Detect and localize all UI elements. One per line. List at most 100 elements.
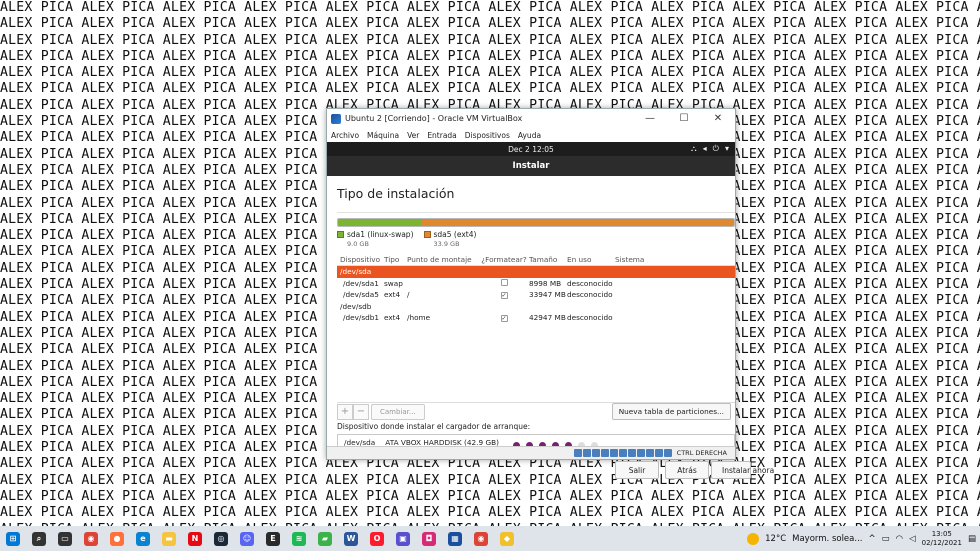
menu-ayuda[interactable]: Ayuda bbox=[518, 131, 541, 140]
vm-menubar: Archivo Máquina Ver Entrada Dispositivos… bbox=[327, 128, 735, 142]
used-cell: desconocido bbox=[567, 278, 613, 288]
shared-folders-icon[interactable] bbox=[618, 449, 627, 457]
hard-disk-icon[interactable] bbox=[573, 449, 582, 457]
display-icon[interactable] bbox=[627, 449, 636, 457]
usb-icon[interactable] bbox=[609, 449, 618, 457]
chevron-down-icon: ▾ bbox=[724, 144, 729, 153]
mount-point-cell: /home bbox=[407, 313, 431, 323]
taskbar-chrome[interactable]: ◉ bbox=[78, 526, 104, 551]
used-cell: desconocido bbox=[567, 313, 613, 323]
system-clock[interactable]: 13:05 02/12/2021 bbox=[922, 530, 962, 548]
wallpaper-line: ALEX PICA ALEX PICA ALEX PICA ALEX PICA … bbox=[0, 0, 980, 15]
legend-size: 9.0 GB bbox=[347, 240, 369, 248]
window-titlebar[interactable]: Ubuntu 2 [Corriendo] - Oracle VM Virtual… bbox=[327, 109, 735, 128]
mouse-integration-icon[interactable] bbox=[654, 449, 663, 457]
table-row[interactable]: /dev/sda1 swap 8998 MB desconocido bbox=[337, 278, 735, 290]
taskbar-opera[interactable]: O bbox=[364, 526, 390, 551]
notification-icon[interactable]: ▤ bbox=[968, 534, 976, 544]
minimize-button[interactable]: — bbox=[633, 113, 667, 124]
table-row[interactable]: /dev/sda bbox=[337, 266, 735, 278]
vm-statusbar: CTRL DERECHA bbox=[327, 446, 735, 459]
virtualbox-window[interactable]: Ubuntu 2 [Corriendo] - Oracle VM Virtual… bbox=[326, 108, 774, 479]
taskbar-steam[interactable]: ◎ bbox=[208, 526, 234, 551]
keyboard-icon[interactable] bbox=[663, 449, 672, 457]
legend-size: 33.9 GB bbox=[433, 240, 460, 248]
partition-segment-sda1 bbox=[338, 219, 422, 226]
taskbar-virtualbox[interactable]: ▦ bbox=[442, 526, 468, 551]
recording-icon[interactable] bbox=[636, 449, 645, 457]
taskbar-spotify[interactable]: ≋ bbox=[286, 526, 312, 551]
taskbar-windows-start[interactable]: ⊞ bbox=[0, 526, 26, 551]
audio-icon[interactable] bbox=[591, 449, 600, 457]
device-cell: /dev/sda5 bbox=[343, 290, 379, 300]
column-header: ¿Formatear? bbox=[481, 255, 527, 264]
wallpaper-line: ALEX PICA ALEX PICA ALEX PICA ALEX PICA … bbox=[0, 32, 980, 48]
legend-label: sda5 (ext4) bbox=[433, 230, 477, 239]
taskbar-instagram[interactable]: ◘ bbox=[416, 526, 442, 551]
column-header: Sistema bbox=[615, 255, 645, 264]
menu-dispositivos[interactable]: Dispositivos bbox=[465, 131, 510, 140]
chevron-up-icon[interactable]: ^ bbox=[868, 534, 875, 544]
steam-icon: ◎ bbox=[214, 531, 228, 546]
taskbar-file-explorer[interactable]: ▬ bbox=[156, 526, 182, 551]
menu-ver[interactable]: Ver bbox=[407, 131, 419, 140]
add-partition-button[interactable]: + bbox=[337, 403, 353, 420]
menu-archivo[interactable]: Archivo bbox=[331, 131, 359, 140]
installer-header-title: Instalar bbox=[512, 161, 550, 171]
taskbar-discord[interactable]: ☺ bbox=[234, 526, 260, 551]
taskbar-task-view[interactable]: ▭ bbox=[52, 526, 78, 551]
volume-icon[interactable]: ◁ bbox=[909, 534, 916, 544]
wifi-icon[interactable]: ◠ bbox=[896, 534, 903, 544]
taskbar-firefox[interactable]: ● bbox=[104, 526, 130, 551]
system-tray[interactable]: ⛬ ◂ ⏻ ▾ bbox=[691, 144, 729, 154]
taskbar-chrome-2[interactable]: ◉ bbox=[468, 526, 494, 551]
taskbar-game-app[interactable]: ▣ bbox=[390, 526, 416, 551]
optical-drive-icon[interactable] bbox=[582, 449, 591, 457]
topbar-clock[interactable]: Dec 2 12:05 bbox=[508, 145, 554, 154]
taskbar-search[interactable]: ⌕ bbox=[26, 526, 52, 551]
taskbar-epic-games[interactable]: E bbox=[260, 526, 286, 551]
weather-icon[interactable] bbox=[747, 532, 760, 545]
netflix-icon: N bbox=[188, 531, 202, 546]
change-partition-button[interactable]: Cambiar... bbox=[371, 403, 425, 420]
legend-swatch bbox=[337, 231, 344, 238]
column-header: Punto de montaje bbox=[407, 255, 472, 264]
opera-icon: O bbox=[370, 531, 384, 546]
taskbar-edge[interactable]: e bbox=[130, 526, 156, 551]
table-row[interactable]: /dev/sda5 ext4 / ✓ 33947 MB desconocido bbox=[337, 289, 735, 301]
new-partition-table-button[interactable]: Nueva tabla de particiones... bbox=[611, 403, 731, 420]
taskbar-bluestacks[interactable]: ▰ bbox=[312, 526, 338, 551]
legend-label: sda1 (linux-swap) bbox=[347, 230, 414, 239]
install-now-button[interactable]: Instalar ahora bbox=[711, 461, 774, 479]
install-now-label: Instalar ahora bbox=[722, 465, 775, 475]
chrome-icon: ◉ bbox=[84, 531, 98, 546]
table-row[interactable]: /dev/sdb bbox=[337, 301, 735, 313]
remove-partition-button[interactable]: − bbox=[353, 403, 369, 420]
window-title: Ubuntu 2 [Corriendo] - Oracle VM Virtual… bbox=[345, 114, 523, 123]
network-adapter-icon[interactable] bbox=[600, 449, 609, 457]
weather-text[interactable]: Mayorm. solea... bbox=[792, 534, 862, 544]
table-row[interactable]: /dev/sdb1 ext4/home ✓ 42947 MB desconocido bbox=[337, 312, 735, 324]
taskbar-word[interactable]: W bbox=[338, 526, 364, 551]
taskbar-netflix[interactable]: N bbox=[182, 526, 208, 551]
word-icon: W bbox=[344, 531, 358, 546]
taskbar-python[interactable]: ◆ bbox=[494, 526, 520, 551]
legend-swatch bbox=[423, 231, 431, 238]
maximize-button[interactable]: ☐ bbox=[667, 113, 701, 124]
weather-temp[interactable]: 12°C bbox=[765, 534, 786, 544]
bootloader-label: Dispositivo donde instalar el cargador d… bbox=[337, 422, 531, 431]
format-checkbox[interactable] bbox=[500, 278, 508, 286]
legend-item-sda1: sda1 (linux-swap) 9.0 GB bbox=[337, 230, 414, 248]
format-checkbox[interactable]: ✓ bbox=[500, 315, 508, 323]
python-icon: ◆ bbox=[500, 531, 514, 546]
column-header: En uso bbox=[567, 255, 592, 264]
format-checkbox[interactable]: ✓ bbox=[500, 292, 508, 300]
close-button[interactable]: ✕ bbox=[701, 113, 735, 124]
menu-maquina[interactable]: Máquina bbox=[367, 131, 399, 140]
back-button[interactable]: Atrás bbox=[665, 461, 709, 479]
quit-button[interactable]: Salir bbox=[615, 461, 659, 479]
menu-entrada[interactable]: Entrada bbox=[427, 131, 456, 140]
spotify-icon: ≋ bbox=[292, 531, 306, 546]
host-key-label: CTRL DERECHA bbox=[676, 449, 727, 457]
battery-icon[interactable]: ▭ bbox=[882, 534, 890, 544]
